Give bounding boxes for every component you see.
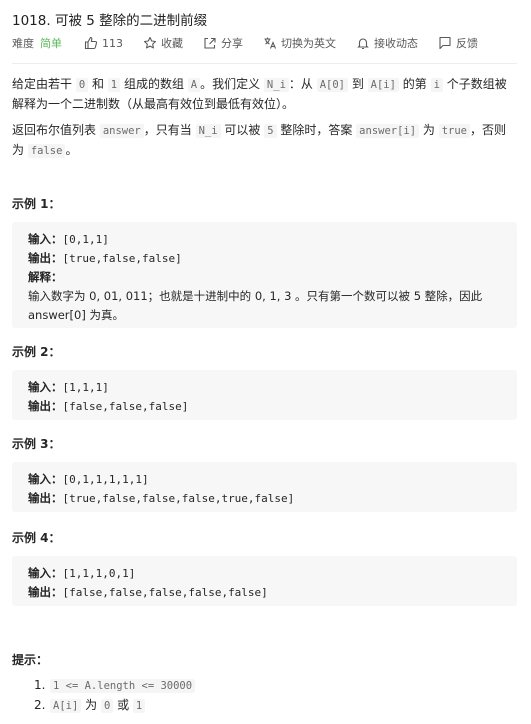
bell-icon xyxy=(356,36,370,50)
thumbs-up-icon xyxy=(84,36,98,50)
example-output-row: 输出：[true,false,false] xyxy=(28,249,501,268)
feedback-button[interactable]: 反馈 xyxy=(438,35,478,51)
description-paragraph-2: 返回布尔值列表 answer ，只有当 N_i 可以被 5 整除时，答案 answ… xyxy=(12,121,517,161)
example-output-value: [false,false,false,false,false] xyxy=(62,586,268,599)
example-input-value: [1,1,1,0,1] xyxy=(62,567,136,580)
text: 组成的数组 xyxy=(120,77,188,91)
difficulty-label: 难度 xyxy=(12,37,34,50)
text: 整除时，答案 xyxy=(276,123,357,137)
inline-code: false xyxy=(27,144,66,158)
switch-language-button[interactable]: 切换为英文 xyxy=(263,35,336,51)
input-label: 输入： xyxy=(28,566,63,580)
example-output-row: 输出：[true,false,false,false,true,false] xyxy=(28,489,501,508)
hints-title: 提示： xyxy=(12,653,49,667)
inline-code: 5 xyxy=(264,124,277,138)
subscribe-button[interactable]: 接收动态 xyxy=(356,35,418,51)
share-button[interactable]: 分享 xyxy=(203,35,243,51)
text: 为 xyxy=(81,698,101,712)
example-output-row: 输出：[false,false,false,false,false] xyxy=(28,583,501,602)
input-label: 输入： xyxy=(28,472,63,486)
example-4-block: 输入：[1,1,1,0,1] 输出：[false,false,false,fal… xyxy=(12,556,517,606)
input-label: 输入： xyxy=(28,380,63,394)
star-icon xyxy=(143,36,157,50)
like-count: 113 xyxy=(102,36,123,50)
inline-code: i xyxy=(430,78,443,92)
example-output-value: [false,false,false] xyxy=(62,400,189,413)
problem-title: 1018. 可被 5 整除的二进制前缀 xyxy=(12,13,208,29)
switch-language-label: 切换为英文 xyxy=(281,37,336,50)
example-input-value: [1,1,1] xyxy=(62,381,109,394)
inline-code: 0 xyxy=(100,699,114,713)
text: 为 xyxy=(419,123,439,137)
favorite-button[interactable]: 收藏 xyxy=(143,35,183,51)
hint-item: 1. 1 <= A.length <= 30000 xyxy=(34,676,196,696)
text: 和 xyxy=(88,77,108,91)
translate-icon xyxy=(263,36,277,50)
output-label: 输出： xyxy=(28,399,63,413)
inline-code: A[i] xyxy=(367,78,399,92)
share-label: 分享 xyxy=(221,37,243,50)
output-label: 输出： xyxy=(28,251,63,265)
hint-number: 2. xyxy=(34,698,46,712)
header-divider xyxy=(12,63,517,64)
inline-code: answer xyxy=(99,124,144,138)
inline-code: N_i xyxy=(195,124,221,138)
example-explanation-text: 输入数字为 0, 01, 011；也就是十进制中的 0, 1, 3 。只有第一个… xyxy=(28,289,483,322)
inline-code: A[i] xyxy=(50,699,82,713)
output-label: 输出： xyxy=(28,491,63,505)
example-2-title: 示例 2： xyxy=(12,345,61,359)
text: ，只有当 xyxy=(143,123,196,137)
example-input-value: [0,1,1] xyxy=(62,233,109,246)
example-2-block: 输入：[1,1,1] 输出：[false,false,false] xyxy=(12,370,517,420)
example-input-row: 输入：[0,1,1] xyxy=(28,230,501,249)
like-button[interactable]: 113 xyxy=(84,36,123,50)
hint-number: 1. xyxy=(34,678,46,692)
example-output-value: [true,false,false,false,true,false] xyxy=(62,492,295,505)
example-3-title: 示例 3： xyxy=(12,437,61,451)
text: 或 xyxy=(113,698,133,712)
subscribe-label: 接收动态 xyxy=(374,37,418,50)
example-input-row: 输入：[0,1,1,1,1,1] xyxy=(28,470,501,489)
example-input-row: 输入：[1,1,1,0,1] xyxy=(28,564,501,583)
inline-code: 1 xyxy=(107,78,121,92)
text: 返回布尔值列表 xyxy=(12,123,100,137)
hint-item: 2. A[i] 为 0 或 1 xyxy=(34,696,195,716)
text: 。我们定义 xyxy=(200,77,264,91)
inline-code: 1 <= A.length <= 30000 xyxy=(50,679,196,693)
text: 的第 xyxy=(398,77,431,91)
example-output-row: 输出：[false,false,false] xyxy=(28,397,501,416)
example-input-row: 输入：[1,1,1] xyxy=(28,378,501,397)
example-1-block: 输入：[0,1,1] 输出：[true,false,false] 解释： 输入数… xyxy=(12,222,517,328)
difficulty-badge: 简单 xyxy=(40,37,62,50)
inline-code: 1 xyxy=(132,699,146,713)
example-3-block: 输入：[0,1,1,1,1,1] 输出：[true,false,false,fa… xyxy=(12,462,517,512)
inline-code: 0 xyxy=(75,78,89,92)
problem-meta-bar: 难度 简单 113 收藏 分享 切换为英文 接收动态 反馈 xyxy=(12,34,498,52)
example-explanation-row: 解释： xyxy=(28,268,501,287)
inline-code: answer[i] xyxy=(356,124,420,138)
text: ：从 xyxy=(288,77,317,91)
text: 可以被 xyxy=(220,123,265,137)
text: 。 xyxy=(65,143,78,157)
text: 到 xyxy=(348,77,368,91)
inline-code: A[0] xyxy=(316,78,349,92)
explanation-label: 解释： xyxy=(28,270,63,284)
feedback-label: 反馈 xyxy=(456,37,478,50)
hints-list: 1. 1 <= A.length <= 30000 2. A[i] 为 0 或 1 xyxy=(34,676,196,716)
example-input-value: [0,1,1,1,1,1] xyxy=(62,473,149,486)
input-label: 输入： xyxy=(28,232,63,246)
description-paragraph-1: 给定由若干 0 和 1 组成的数组 A 。我们定义 N_i ：从 A[0] 到 A[… xyxy=(12,75,517,114)
share-icon xyxy=(203,36,217,50)
example-1-title: 示例 1： xyxy=(12,197,61,211)
example-4-title: 示例 4： xyxy=(12,531,61,545)
inline-code: A xyxy=(187,78,201,92)
favorite-label: 收藏 xyxy=(161,37,183,50)
example-output-value: [true,false,false] xyxy=(62,252,182,265)
output-label: 输出： xyxy=(28,585,63,599)
flag-icon xyxy=(438,36,452,50)
text: 给定由若干 xyxy=(12,77,76,91)
inline-code: N_i xyxy=(263,78,289,92)
inline-code: true xyxy=(438,124,471,138)
